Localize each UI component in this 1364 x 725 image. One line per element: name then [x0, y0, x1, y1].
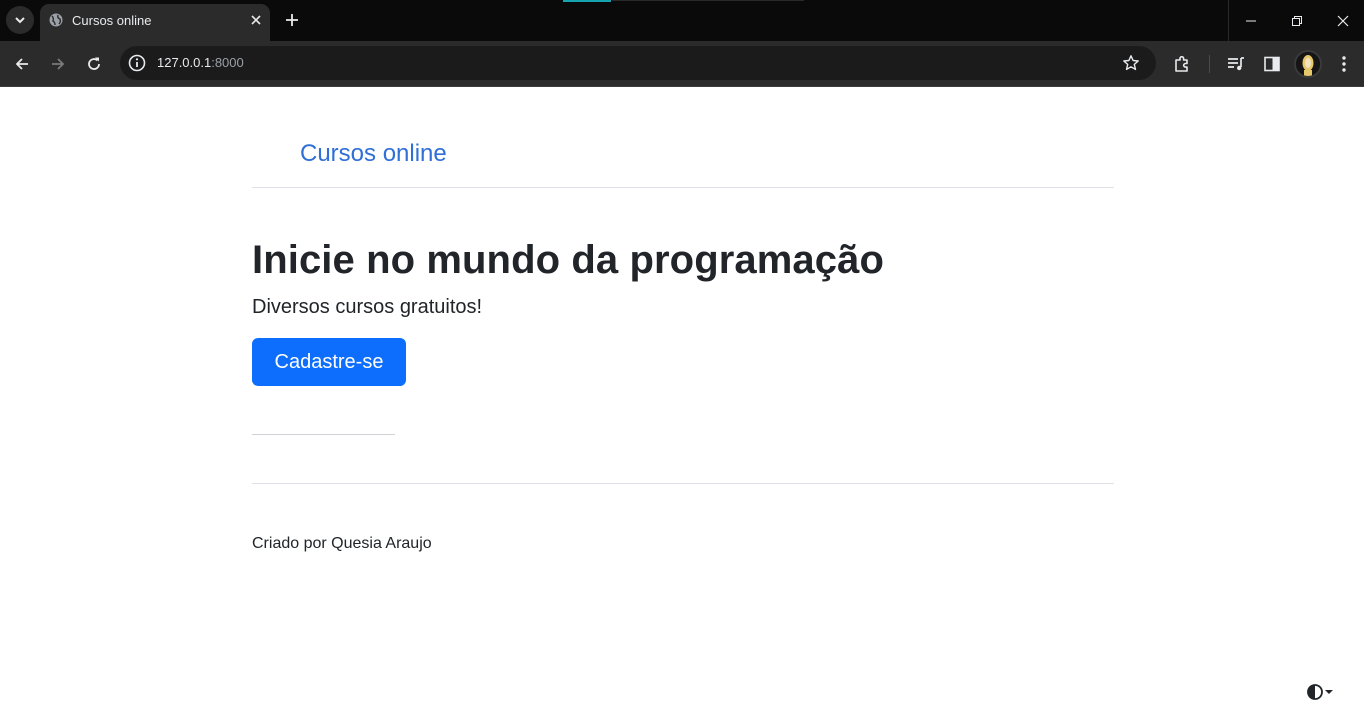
web-page: Cursos online Inicie no mundo da program… [0, 88, 1364, 725]
address-bar[interactable]: 127.0.0.1:8000 [120, 46, 1156, 80]
globe-icon [49, 13, 63, 27]
side-panel-icon [1264, 56, 1280, 72]
forward-button[interactable] [45, 51, 71, 77]
site-info-icon[interactable] [127, 53, 147, 73]
tab-title: Cursos online [72, 13, 152, 28]
media-control-button[interactable] [1225, 53, 1247, 75]
reload-icon [88, 57, 100, 70]
browser-toolbar: 127.0.0.1:8000 [0, 41, 1364, 87]
footer-divider [252, 483, 1114, 484]
section-short-divider [252, 434, 395, 435]
hero-subtitle: Diversos cursos gratuitos! [252, 296, 483, 318]
browser-tab-bar: Cursos online [0, 0, 1364, 41]
avatar-icon [1296, 52, 1320, 76]
header-divider [252, 187, 1114, 188]
new-tab-icon[interactable] [283, 11, 301, 29]
tab-search-button[interactable] [6, 6, 34, 34]
tab-active[interactable]: Cursos online [40, 4, 270, 41]
queue-music-icon [1228, 57, 1244, 71]
more-vert-icon [1342, 56, 1346, 72]
signup-button[interactable]: Cadastre-se [252, 338, 406, 386]
arrow-right-icon [52, 58, 65, 70]
close-icon[interactable] [248, 12, 264, 28]
chevron-down-icon [15, 17, 25, 24]
extensions-button[interactable] [1171, 53, 1193, 75]
theme-toggle-icon [1307, 684, 1323, 700]
side-panel-button[interactable] [1261, 53, 1283, 75]
url-host: 127.0.0.1 [157, 55, 212, 70]
minimize-icon [1246, 20, 1256, 21]
toolbar-divider [1209, 55, 1210, 73]
menu-button[interactable] [1333, 53, 1355, 75]
footer-credit: Criado por Quesia Araujo [252, 535, 432, 552]
back-button[interactable] [9, 51, 35, 77]
tab-group-indicator [563, 0, 611, 2]
hero-title: Inicie no mundo da programação [252, 238, 884, 282]
close-icon [1337, 15, 1349, 26]
tab-strip-line [612, 0, 804, 1]
url-port: :8000 [211, 55, 244, 70]
close-window-button[interactable] [1320, 0, 1364, 41]
profile-avatar[interactable] [1294, 50, 1322, 78]
theme-toggle-button[interactable] [1306, 682, 1340, 702]
reload-button[interactable] [81, 51, 107, 77]
minimize-button[interactable] [1228, 0, 1274, 41]
puzzle-icon [1175, 55, 1188, 72]
navbar-brand-link[interactable]: Cursos online [300, 140, 447, 168]
url-text: 127.0.0.1:8000 [157, 55, 244, 70]
restore-button[interactable] [1274, 0, 1320, 41]
restore-icon [1292, 15, 1302, 26]
arrow-left-icon [15, 58, 28, 70]
caret-down-icon [1325, 690, 1333, 694]
star-icon[interactable] [1122, 54, 1140, 72]
